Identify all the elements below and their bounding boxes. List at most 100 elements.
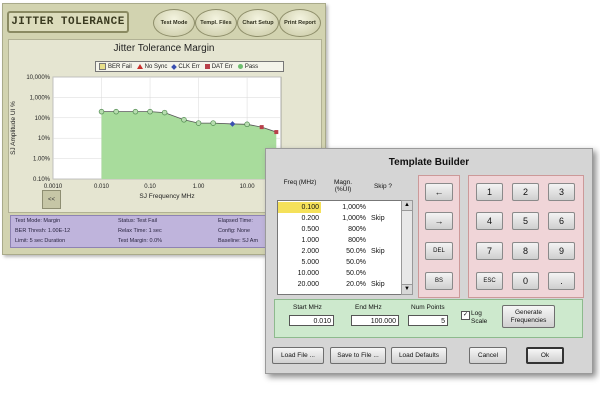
key-5[interactable]: 5 <box>512 212 539 230</box>
generate-frequencies-button[interactable]: Generate Frequencies <box>502 305 555 328</box>
magn-cell[interactable]: 1,000% <box>323 202 366 213</box>
frequency-generator-panel: Start MHz 0.010 End MHz 100.000 Num Poin… <box>274 299 583 338</box>
y-tick-label: 1.00% <box>33 157 51 163</box>
numeric-keypad: 1 2 3 4 5 6 7 8 9 ESC 0 . <box>468 175 584 298</box>
column-header-skip: Skip ? <box>373 183 393 190</box>
legend-pass: Pass <box>237 64 258 70</box>
x-tick-label: 0.10 <box>144 184 156 190</box>
right-arrow-key[interactable]: → <box>425 212 453 230</box>
skip-cell[interactable]: Skip <box>371 213 385 224</box>
status-ber-thresh: BER Thresh: 1.00E-12 <box>15 228 71 234</box>
legend-dat-err: DAT Err <box>204 63 233 70</box>
status-limit: Limit: 5 sec Duration <box>15 238 66 244</box>
key-0[interactable]: 0 <box>512 272 539 290</box>
log-scale-checkbox[interactable]: ✓ <box>461 311 470 320</box>
legend-label: No Sync <box>144 63 168 70</box>
legend-label: CLK Err <box>178 63 200 70</box>
table-scrollbar[interactable]: ▲ ▼ <box>401 200 413 295</box>
key-4[interactable]: 4 <box>476 212 503 230</box>
log-scale-label: Log Scale <box>471 310 488 325</box>
freq-cell[interactable]: 1.000 <box>278 235 321 246</box>
save-to-file-button[interactable]: Save to File ... <box>330 347 386 364</box>
ok-button[interactable]: Ok <box>526 347 564 364</box>
freq-cell[interactable]: 0.500 <box>278 224 321 235</box>
escape-key[interactable]: ESC <box>476 272 503 290</box>
magn-cell[interactable]: 800% <box>323 235 366 246</box>
freq-cell[interactable]: 10.000 <box>278 268 321 279</box>
skip-cell[interactable]: Skip <box>371 246 385 257</box>
magn-cell[interactable]: 20.0% <box>323 279 366 290</box>
load-defaults-button[interactable]: Load Defaults <box>391 347 447 364</box>
key-9[interactable]: 9 <box>548 242 575 260</box>
data-point <box>181 117 187 123</box>
backspace-key[interactable]: BS <box>425 272 453 290</box>
data-point <box>132 108 139 115</box>
num-points-label: Num Points <box>411 304 445 311</box>
end-mhz-label: End MHz <box>355 304 382 311</box>
start-mhz-input[interactable]: 0.010 <box>289 315 334 326</box>
legend-clk-err: CLK Err <box>171 63 200 70</box>
left-arrow-key[interactable]: ← <box>425 183 453 201</box>
data-point <box>210 120 216 126</box>
scroll-up-arrow-icon[interactable]: ▲ <box>402 201 412 211</box>
column-header-magn: Magn. (%UI) <box>333 179 353 193</box>
magn-cell[interactable]: 800% <box>323 224 366 235</box>
legend-label: DAT Err <box>211 63 233 70</box>
status-config: Config: None <box>218 228 251 234</box>
data-point <box>161 109 168 116</box>
status-test-margin: Test Margin: 0.0% <box>118 238 163 244</box>
freq-cell[interactable]: 2.000 <box>278 246 321 257</box>
freq-cell[interactable]: 0.200 <box>278 213 321 224</box>
freq-cell[interactable]: 0.100 <box>278 202 321 213</box>
skip-cell[interactable]: Skip <box>371 279 385 290</box>
legend-ber-fail: BER Fail <box>99 63 132 70</box>
data-point <box>259 125 264 130</box>
data-point <box>147 108 153 115</box>
freq-cell[interactable]: 20.000 <box>278 279 321 290</box>
end-mhz-input[interactable]: 100.000 <box>351 315 399 326</box>
column-header-freq: Freq (MHz) <box>283 179 317 186</box>
key-2[interactable]: 2 <box>512 183 539 201</box>
magn-cell[interactable]: 50.0% <box>323 246 366 257</box>
data-point <box>274 130 279 135</box>
load-file-button[interactable]: Load File ... <box>272 347 324 364</box>
x-tick-label: 0.010 <box>94 184 110 190</box>
freq-cell[interactable]: 5.000 <box>278 257 321 268</box>
y-tick-label: 0.10% <box>33 177 51 183</box>
template-builder-dialog: Template Builder Freq (MHz) Magn. (%UI) … <box>265 148 593 374</box>
delete-key[interactable]: DEL <box>425 242 453 260</box>
template-table[interactable]: 0.100 1,000% 0.200 1,000% Skip 0.500 800… <box>277 200 413 295</box>
magn-cell[interactable]: 1,000% <box>323 213 366 224</box>
navigation-keypad: ← → DEL BS <box>418 175 460 298</box>
key-6[interactable]: 6 <box>548 212 575 230</box>
magn-cell[interactable]: 50.0% <box>323 268 366 279</box>
diamond-icon <box>171 63 178 70</box>
key-8[interactable]: 8 <box>512 242 539 260</box>
status-baseline: Baseline: SJ Am <box>218 238 259 244</box>
key-1[interactable]: 1 <box>476 183 503 201</box>
key-decimal[interactable]: . <box>548 272 575 290</box>
status-relax-time: Relax Time: 1 sec <box>118 228 162 234</box>
y-tick-label: 100% <box>35 116 51 122</box>
x-tick-label: 1.00 <box>193 184 205 190</box>
y-tick-label: 1,000% <box>30 95 51 101</box>
key-7[interactable]: 7 <box>476 242 503 260</box>
x-tick-label: 10.00 <box>240 184 256 190</box>
magn-cell[interactable]: 50.0% <box>323 257 366 268</box>
legend-no-sync: No Sync <box>136 63 168 70</box>
scroll-down-arrow-icon[interactable]: ▼ <box>402 284 412 294</box>
data-point <box>195 120 202 126</box>
num-points-input[interactable]: 5 <box>408 315 448 326</box>
cancel-button[interactable]: Cancel <box>469 347 507 364</box>
key-3[interactable]: 3 <box>548 183 575 201</box>
square-icon <box>204 64 210 69</box>
ber-fail-swatch-icon <box>99 63 106 70</box>
dialog-title: Template Builder <box>388 157 470 168</box>
triangle-icon <box>136 64 143 69</box>
collapse-button[interactable]: << <box>42 190 61 209</box>
data-point <box>244 121 250 128</box>
status-status: Status: Test Fail <box>118 218 158 224</box>
y-axis-label: SJ Amplitude UI % <box>10 101 17 155</box>
start-mhz-label: Start MHz <box>293 304 322 311</box>
data-point <box>113 108 119 115</box>
